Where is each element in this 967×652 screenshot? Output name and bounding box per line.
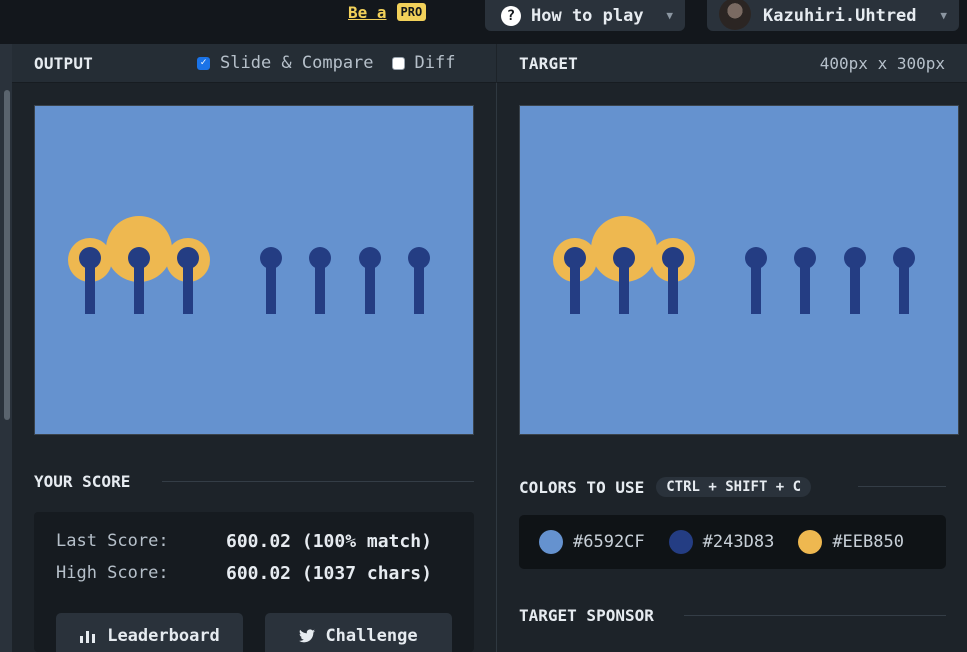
color-swatch[interactable]: #6592CF xyxy=(539,530,645,554)
pro-badge[interactable]: PRO xyxy=(396,3,427,21)
target-drawing xyxy=(520,106,958,434)
challenge-label: Challenge xyxy=(325,626,418,646)
target-header: TARGET 400px x 300px xyxy=(497,44,967,83)
slide-compare-label[interactable]: Slide & Compare xyxy=(220,53,374,73)
scrollbar[interactable] xyxy=(0,44,12,652)
slide-compare-option[interactable]: ✓ Slide & Compare xyxy=(197,53,374,73)
sponsor-title-rule xyxy=(684,615,946,616)
username: Kazuhiri.Uhtred xyxy=(763,5,917,26)
question-icon: ? xyxy=(501,5,521,26)
be-a-pro-link[interactable]: Be a PRO xyxy=(348,1,427,23)
diff-checkbox[interactable] xyxy=(391,56,405,70)
user-menu[interactable]: Kazuhiri.Uhtred ▼ xyxy=(707,0,959,31)
score-title-rule xyxy=(162,481,474,482)
colors-title: COLORS TO USE CTRL + SHIFT + C xyxy=(519,477,812,497)
how-to-play-button[interactable]: ? How to play ▼ xyxy=(485,0,685,31)
last-score-label: Last Score: xyxy=(56,531,169,551)
target-title: TARGET xyxy=(519,53,578,73)
high-score-value: 600.02 (1037 chars) xyxy=(226,563,432,584)
color-swatch[interactable]: #243D83 xyxy=(668,530,775,554)
target-dimensions: 400px x 300px xyxy=(819,53,945,73)
scrollbar-thumb[interactable] xyxy=(4,90,10,420)
output-drawing xyxy=(35,106,473,434)
leaderboard-label: Leaderboard xyxy=(107,626,220,646)
score-title: YOUR SCORE xyxy=(34,472,130,491)
high-score-label: High Score: xyxy=(56,563,169,583)
color-hex[interactable]: #6592CF xyxy=(573,532,645,552)
challenge-button[interactable]: Challenge xyxy=(265,613,452,652)
color-dot[interactable] xyxy=(539,530,563,554)
avatar xyxy=(719,0,751,30)
bar-chart-icon xyxy=(80,631,96,643)
sponsor-title-text: TARGET SPONSOR xyxy=(519,606,654,625)
be-a-pro-text[interactable]: Be a xyxy=(348,3,387,22)
colors-title-rule xyxy=(858,486,946,487)
target-canvas xyxy=(519,105,959,435)
last-score-value: 600.02 (100% match) xyxy=(226,531,432,552)
copy-colors-shortcut: CTRL + SHIFT + C xyxy=(656,477,812,497)
output-header: OUTPUT ✓ Slide & Compare Diff xyxy=(12,44,496,83)
output-canvas[interactable] xyxy=(34,105,474,435)
slide-compare-checkbox[interactable]: ✓ xyxy=(197,56,210,70)
sponsor-title: TARGET SPONSOR xyxy=(519,606,654,625)
color-dot[interactable] xyxy=(798,530,823,554)
color-swatch[interactable]: #EEB850 xyxy=(798,530,904,554)
how-to-play-label: How to play xyxy=(531,5,644,26)
chevron-down-icon: ▼ xyxy=(940,9,947,22)
diff-label[interactable]: Diff xyxy=(415,53,456,73)
diff-option[interactable]: Diff xyxy=(391,53,456,73)
color-hex[interactable]: #243D83 xyxy=(703,532,775,552)
colors-title-text: COLORS TO USE xyxy=(519,477,645,497)
color-dot[interactable] xyxy=(668,530,693,554)
leaderboard-button[interactable]: Leaderboard xyxy=(56,613,243,652)
twitter-icon xyxy=(299,629,316,643)
output-title: OUTPUT xyxy=(34,53,93,73)
chevron-down-icon: ▼ xyxy=(666,9,673,22)
panel-divider xyxy=(496,83,497,652)
color-hex[interactable]: #EEB850 xyxy=(832,532,904,552)
color-palette: #6592CF #243D83 #EEB850 xyxy=(519,515,946,569)
score-title-text: YOUR SCORE xyxy=(34,472,131,491)
